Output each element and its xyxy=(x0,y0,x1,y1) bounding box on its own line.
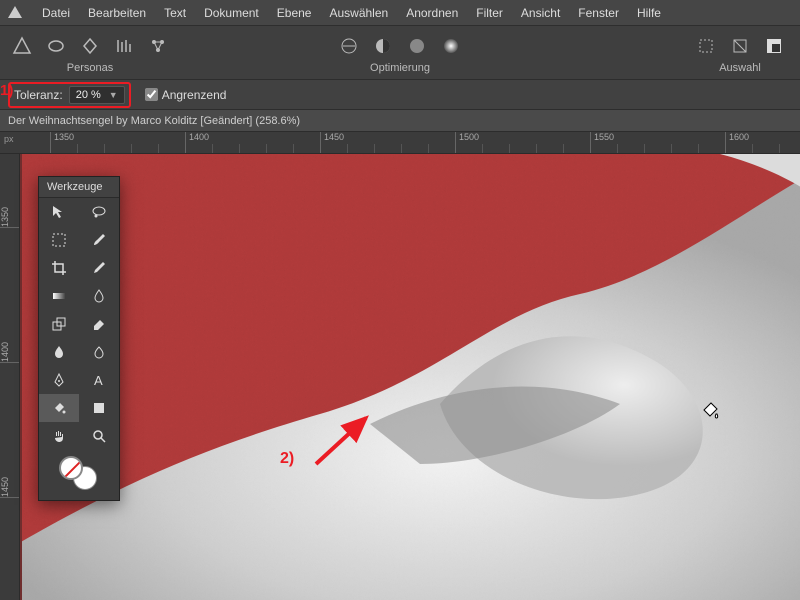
ruler-tick: 1500 xyxy=(455,132,479,153)
menu-datei[interactable]: Datei xyxy=(42,6,70,20)
tools-panel[interactable]: Werkzeuge A xyxy=(38,176,120,501)
white-balance-icon[interactable] xyxy=(403,32,431,60)
svg-text:A: A xyxy=(94,373,103,388)
contrast-icon[interactable] xyxy=(369,32,397,60)
hand-tool[interactable] xyxy=(39,422,79,450)
pen-tool[interactable] xyxy=(39,366,79,394)
document-title: Der Weihnachtsengel by Marco Kolditz [Ge… xyxy=(8,115,300,127)
contiguous-checkbox-input[interactable] xyxy=(145,88,158,101)
selection-rect-icon[interactable] xyxy=(692,32,720,60)
personas-group: Personas xyxy=(8,32,172,74)
menu-dokument[interactable]: Dokument xyxy=(204,6,259,20)
selection-mask-icon[interactable] xyxy=(760,32,788,60)
document-canvas[interactable] xyxy=(20,154,800,600)
color-swatches[interactable] xyxy=(39,450,119,500)
tonemap-persona-icon[interactable] xyxy=(110,32,138,60)
flood-fill-tool[interactable] xyxy=(39,394,79,422)
zoom-tool[interactable] xyxy=(79,422,119,450)
ruler-vertical[interactable]: 1350 1400 1450 xyxy=(0,154,20,600)
gradient-tool[interactable] xyxy=(39,282,79,310)
text-tool[interactable]: A xyxy=(79,366,119,394)
document-title-bar: Der Weihnachtsengel by Marco Kolditz [Ge… xyxy=(0,110,800,132)
tolerance-label: Toleranz: xyxy=(14,88,63,102)
ruler-tick: 1550 xyxy=(590,132,614,153)
liquify-persona-icon[interactable] xyxy=(42,32,70,60)
move-tool[interactable] xyxy=(39,198,79,226)
burn-tool[interactable] xyxy=(39,338,79,366)
optimierung-group: Optimierung xyxy=(335,32,465,74)
tools-panel-title[interactable]: Werkzeuge xyxy=(39,177,119,198)
ruler-horizontal[interactable]: px 1350 1400 1450 1500 1550 1600 xyxy=(0,132,800,154)
optimierung-label: Optimierung xyxy=(370,62,430,74)
crop-tool[interactable] xyxy=(39,254,79,282)
exposure-icon[interactable] xyxy=(437,32,465,60)
shape-tool[interactable] xyxy=(79,394,119,422)
ruler-tick: 1350 xyxy=(50,132,74,153)
context-toolbar: Toleranz: 20 % ▼ Angrenzend xyxy=(0,80,800,110)
contiguous-checkbox[interactable]: Angrenzend xyxy=(145,88,227,102)
menu-bar: Datei Bearbeiten Text Dokument Ebene Aus… xyxy=(0,0,800,26)
chevron-down-icon: ▼ xyxy=(109,90,118,100)
annotation-1: 1) xyxy=(0,82,13,99)
blur-tool[interactable] xyxy=(79,282,119,310)
auswahl-group: Auswahl xyxy=(692,32,788,74)
clone-tool[interactable] xyxy=(39,310,79,338)
auswahl-label: Auswahl xyxy=(719,62,761,74)
export-persona-icon[interactable] xyxy=(144,32,172,60)
erase-tool[interactable] xyxy=(79,310,119,338)
ruler-tick: 1400 xyxy=(0,339,19,363)
menu-ebene[interactable]: Ebene xyxy=(277,6,312,20)
menu-ansicht[interactable]: Ansicht xyxy=(521,6,560,20)
contiguous-label: Angrenzend xyxy=(162,88,227,102)
personas-label: Personas xyxy=(67,62,113,74)
persona-toolbar: Personas Optimierung Auswahl xyxy=(0,26,800,80)
ruler-tick: 1450 xyxy=(0,474,19,498)
menu-bearbeiten[interactable]: Bearbeiten xyxy=(88,6,146,20)
ruler-tick: 1450 xyxy=(320,132,344,153)
tolerance-dropdown[interactable]: 20 % ▼ xyxy=(69,86,125,104)
selection-crossed-icon[interactable] xyxy=(726,32,754,60)
ruler-tick: 1400 xyxy=(185,132,209,153)
develop-persona-icon[interactable] xyxy=(76,32,104,60)
menu-filter[interactable]: Filter xyxy=(476,6,503,20)
eyedropper-tool[interactable] xyxy=(79,254,119,282)
ruler-tick: 1600 xyxy=(725,132,749,153)
photo-persona-icon[interactable] xyxy=(8,32,36,60)
menu-hilfe[interactable]: Hilfe xyxy=(637,6,661,20)
menu-auswaehlen[interactable]: Auswählen xyxy=(329,6,388,20)
tolerance-control: Toleranz: 20 % ▼ xyxy=(8,82,131,108)
marquee-tool[interactable] xyxy=(39,226,79,254)
dodge-tool[interactable] xyxy=(79,338,119,366)
tools-grid: A xyxy=(39,198,119,450)
lasso-tool[interactable] xyxy=(79,198,119,226)
levels-icon[interactable] xyxy=(335,32,363,60)
primary-color-swatch[interactable] xyxy=(59,456,83,480)
app-logo-icon xyxy=(6,6,24,20)
menu-fenster[interactable]: Fenster xyxy=(578,6,619,20)
ruler-tick: 1350 xyxy=(0,204,19,228)
menu-anordnen[interactable]: Anordnen xyxy=(406,6,458,20)
tolerance-value: 20 % xyxy=(76,89,101,101)
menu-text[interactable]: Text xyxy=(164,6,186,20)
ruler-unit-label: px xyxy=(4,134,14,144)
brush-tool[interactable] xyxy=(79,226,119,254)
